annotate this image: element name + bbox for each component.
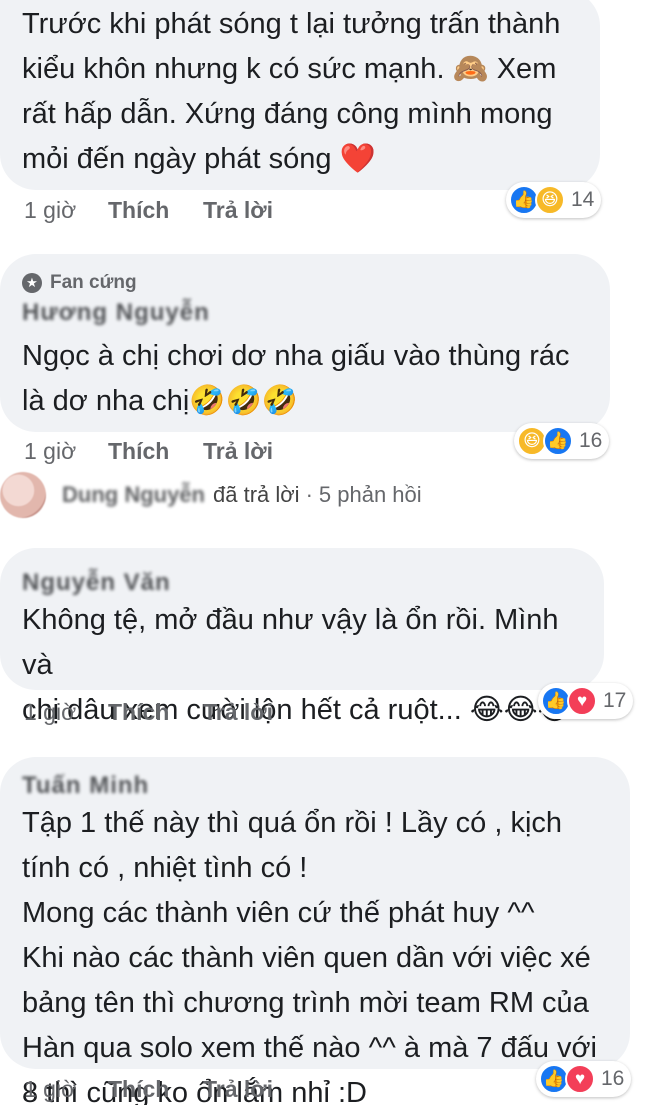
comment-bubble: ★ Fan cứng Hương Nguyễn Ngọc à chị chơi … [0,254,610,432]
comment-author[interactable]: Nguyễn Văn [22,568,582,598]
comment-time[interactable]: 1 giờ [24,197,108,224]
like-link[interactable]: Thích [108,197,203,224]
view-replies-row[interactable]: Dung Nguyễn đã trả lời · 5 phản hồi [0,470,660,520]
star-badge-icon: ★ [22,273,42,293]
comment-text: Tập 1 thế này thì quá ổn rồi ! Lầy có , … [22,807,598,1105]
reaction-count: 17 [603,689,627,712]
comment-bubble: Trước khi phát sóng t lại tưởng trấn thà… [0,0,600,190]
reply-link[interactable]: Trả lời [203,1076,273,1103]
reply-link[interactable]: Trả lời [203,197,273,224]
like-link[interactable]: Thích [108,1076,203,1103]
comment-actions: 1 giờ Thích Trả lời [24,194,273,226]
reaction-count: 16 [601,1067,625,1090]
comment-bubble: Tuấn Minh Tập 1 thế này thì quá ổn rồi !… [0,757,630,1105]
reaction-count: 16 [579,429,603,452]
reply-action: đã trả lời [213,482,300,507]
love-icon: ♥ [567,686,597,716]
comment-bubble: Nguyễn Văn Không tệ, mở đầu như vậy là ổ… [0,548,604,726]
badge-label: Fan cứng [50,272,137,293]
like-link[interactable]: Thích [108,438,203,465]
comment-author[interactable]: Hương Nguyễn [22,298,588,328]
reply-count: 5 phản hồi [318,482,422,507]
reply-link[interactable]: Trả lời [203,699,273,726]
comment-author[interactable]: Tuấn Minh [22,771,608,801]
like-link[interactable]: Thích [108,699,203,726]
badge: ★ Fan cứng [22,268,588,298]
reply-link[interactable]: Trả lời [203,438,273,465]
comment-actions: 1 giờ Thích Trả lời [24,435,273,467]
love-icon: ♥ [565,1064,595,1094]
reactions-summary[interactable]: 👍 😆 14 [506,182,602,218]
reactions-summary[interactable]: 👍 ♥ 16 [536,1061,632,1097]
comment-actions: 1 giờ Thích Trả lời [24,696,273,728]
reactions-summary[interactable]: 😆 👍 16 [514,423,610,459]
reply-author: Dung Nguyễn [62,482,205,507]
avatar [0,472,46,518]
comment-time[interactable]: 1 giờ [24,438,108,465]
separator: · [305,482,313,507]
comment-actions: 1 giờ Thích Trả lời [24,1073,273,1105]
comment-time[interactable]: 1 giờ [24,1076,108,1103]
haha-icon: 😆 [535,185,565,215]
like-icon: 👍 [543,426,573,456]
comment-text: Ngọc à chị chơi dơ nha giấu vào thùng rá… [22,340,570,417]
reactions-summary[interactable]: 👍 ♥ 17 [538,683,634,719]
comment-time[interactable]: 1 giờ [24,699,108,726]
reaction-count: 14 [571,188,595,211]
comment-text: Trước khi phát sóng t lại tưởng trấn thà… [22,8,561,175]
